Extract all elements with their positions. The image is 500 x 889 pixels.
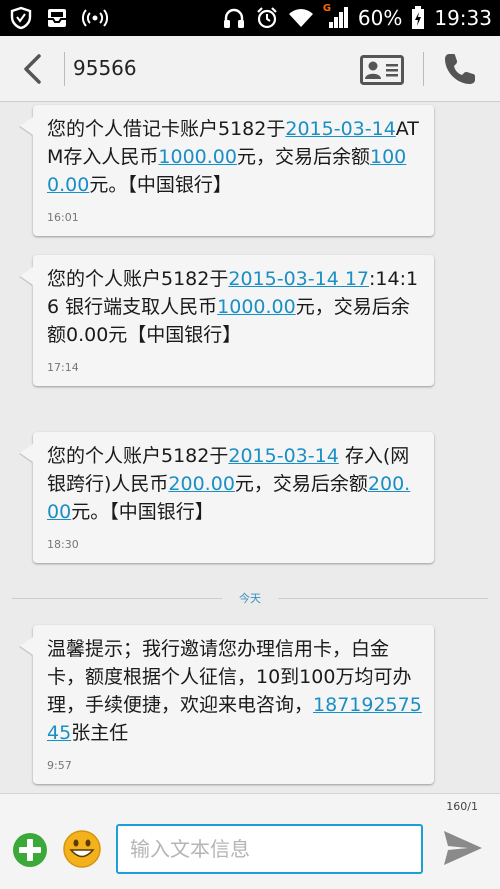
date-link[interactable]: 2015-03-14 bbox=[228, 445, 338, 467]
message-list[interactable]: 您的个人借记卡账户5182于2015-03-14ATM存入人民币1000.00元… bbox=[0, 103, 500, 793]
date-link[interactable]: 2015-03-14 bbox=[285, 118, 395, 140]
compose-bar: 160/1 bbox=[0, 793, 500, 889]
send-icon bbox=[444, 831, 482, 865]
message-text-segment: 张主任 bbox=[71, 722, 129, 744]
emoji-button[interactable] bbox=[62, 829, 102, 869]
message-text-segment: 元，交易后余额 bbox=[234, 473, 368, 495]
message-bubble[interactable]: 您的个人账户5182于2015-03-14 存入(网银跨行)人民币200.00元… bbox=[33, 432, 434, 563]
char-counter: 160/1 bbox=[446, 800, 478, 813]
message-timestamp: 18:30 bbox=[47, 538, 79, 551]
datetime-link[interactable]: 2015-03-14 17 bbox=[228, 268, 369, 290]
message-text-segment: 您的个人账户5182于 bbox=[47, 268, 229, 290]
message-text: 您的个人借记卡账户5182于2015-03-14ATM存入人民币1000.00元… bbox=[47, 115, 422, 199]
day-label: 今天 bbox=[239, 592, 261, 605]
shield-icon bbox=[10, 6, 32, 30]
message-bubble[interactable]: 您的个人账户5182于2015-03-14 17:14:16 银行端支取人民币1… bbox=[33, 255, 434, 386]
message-bubble[interactable]: 您的个人借记卡账户5182于2015-03-14ATM存入人民币1000.00元… bbox=[33, 105, 434, 236]
inbox-icon bbox=[48, 9, 66, 27]
wifi-icon bbox=[288, 9, 313, 27]
amount-link[interactable]: 1000.00 bbox=[158, 146, 237, 168]
notification-icons bbox=[10, 6, 108, 30]
day-divider: 今天 bbox=[12, 589, 488, 609]
message-timestamp: 17:14 bbox=[47, 361, 79, 374]
message-text-segment: 元。【中国银行】 bbox=[89, 174, 232, 196]
signal-strength: G bbox=[323, 3, 349, 30]
smiley-icon bbox=[63, 830, 101, 868]
call-button[interactable] bbox=[442, 51, 478, 87]
message-text: 您的个人账户5182于2015-03-14 存入(网银跨行)人民币200.00元… bbox=[47, 442, 422, 526]
status-bar: G 60% 19:33 bbox=[0, 0, 500, 36]
contact-card-button[interactable] bbox=[360, 55, 404, 85]
message-text-segment: 元。【中国银行】 bbox=[71, 501, 214, 523]
phone-icon bbox=[445, 54, 475, 84]
message-text: 您的个人账户5182于2015-03-14 17:14:16 银行端支取人民币1… bbox=[47, 265, 422, 349]
signal-bars-icon bbox=[328, 7, 348, 28]
clock: 19:33 bbox=[434, 6, 492, 30]
amount-link[interactable]: 1000.00 bbox=[217, 296, 296, 318]
message-text-segment: 您的个人借记卡账户5182于 bbox=[47, 118, 286, 140]
conversation-header: 95566 bbox=[0, 36, 500, 102]
alarm-icon bbox=[257, 7, 277, 29]
wifi-hotspot-icon bbox=[82, 9, 108, 27]
message-timestamp: 9:57 bbox=[47, 759, 72, 772]
back-arrow-icon bbox=[24, 54, 41, 84]
contact-number-title: 95566 bbox=[73, 56, 137, 80]
message-text-segment: 您的个人账户5182于 bbox=[47, 445, 229, 467]
send-button[interactable] bbox=[442, 828, 484, 868]
attach-button[interactable] bbox=[12, 832, 48, 868]
message-timestamp: 16:01 bbox=[47, 211, 79, 224]
back-button[interactable] bbox=[18, 53, 48, 85]
message-input[interactable] bbox=[116, 824, 423, 874]
message-bubble[interactable]: 温馨提示；我行邀请您办理信用卡，白金卡，额度根据个人征信，10到100万均可办理… bbox=[33, 625, 434, 784]
amount-link[interactable]: 200.00 bbox=[168, 473, 234, 495]
battery-charging-icon bbox=[412, 6, 425, 29]
message-text-segment: 元，交易后余额 bbox=[236, 146, 370, 168]
contact-card-icon bbox=[360, 55, 404, 85]
headphones-icon bbox=[223, 8, 244, 28]
battery-percent: 60% bbox=[357, 6, 403, 30]
message-text: 温馨提示；我行邀请您办理信用卡，白金卡，额度根据个人征信，10到100万均可办理… bbox=[47, 635, 422, 747]
header-divider-2 bbox=[423, 52, 424, 86]
system-icons: G 60% 19:33 bbox=[222, 0, 492, 36]
header-divider bbox=[64, 52, 65, 86]
